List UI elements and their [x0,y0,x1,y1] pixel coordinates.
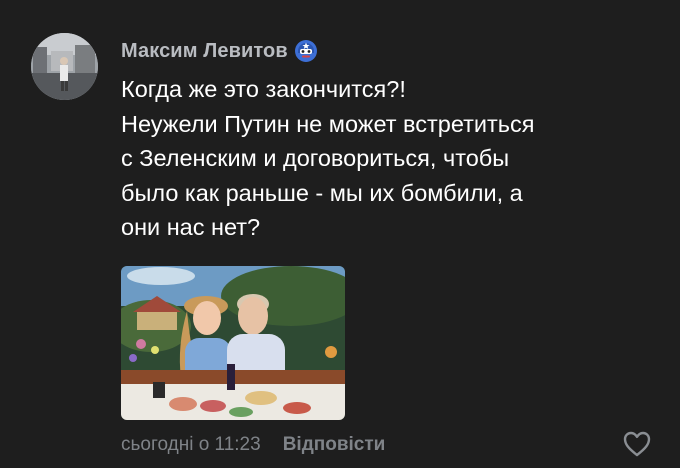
avatar[interactable] [31,33,98,100]
comment-text-line: Когда же это закончится?! [121,76,406,102]
comment-text-line: они нас нет? [121,214,261,240]
comment-text-line: с Зеленским и договориться, чтобы [121,145,510,171]
timestamp: сьогодні о 11:23 [121,434,261,455]
comment-text-line: Неужели Путин не может встретиться [121,110,535,137]
comment: Максим Левитов Когда же это закончится?!… [0,0,680,468]
comment-footer: сьогодні о 11:23 Відповісти [121,431,385,459]
comment-text: Когда же это закончится?! Неужели Путин … [121,72,661,245]
author-name[interactable]: Максим Левитов [121,40,288,63]
reply-button[interactable]: Відповісти [283,434,386,456]
captain-shield-badge-icon [294,39,318,63]
heart-outline-icon[interactable] [622,430,652,458]
comment-text-line: было как раньше - мы их бомбили, а [121,179,523,206]
attached-image[interactable] [121,266,345,420]
author-row: Максим Левитов [121,38,318,64]
